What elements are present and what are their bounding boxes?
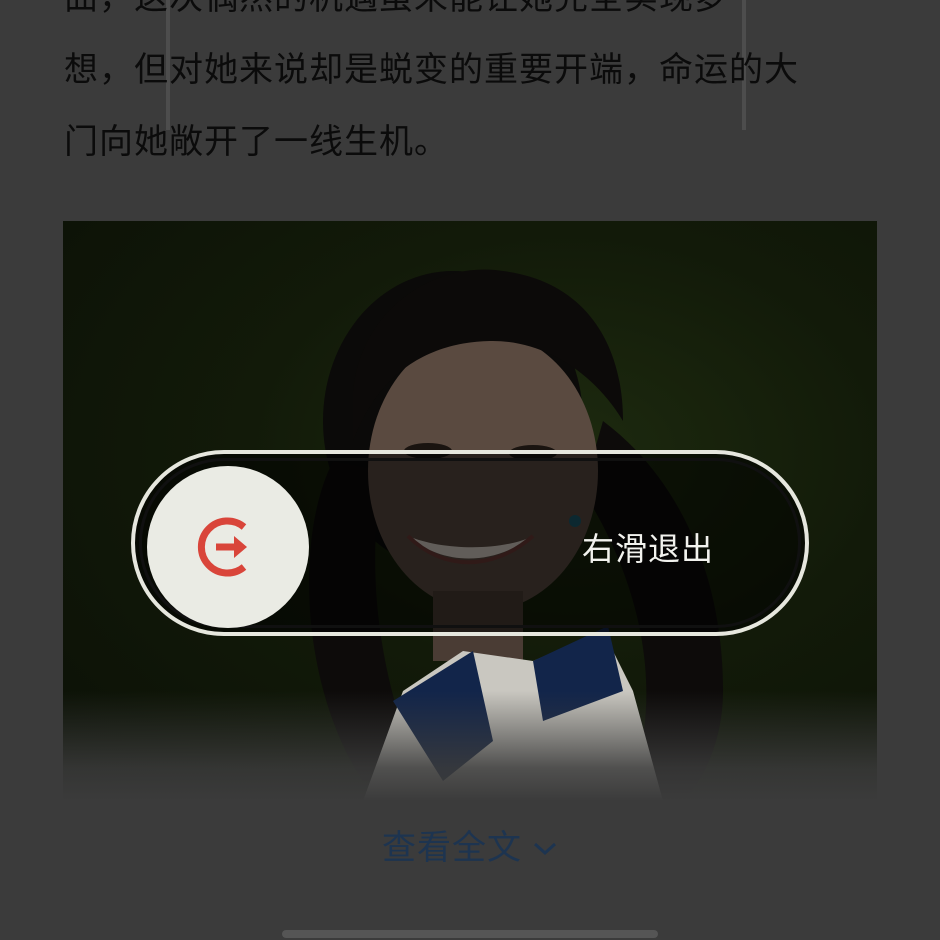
- home-indicator[interactable]: [282, 930, 658, 938]
- article-line: 门向她敞开了一线生机。: [64, 122, 449, 162]
- view-full-label: 查看全文: [382, 828, 522, 868]
- exit-arrow-icon: [197, 517, 247, 577]
- slide-to-exit-label: 右滑退出: [582, 530, 715, 568]
- article-line: 曲，这次偶然的机遇虽未能让她完全实现梦: [64, 0, 874, 34]
- chevron-down-icon: [532, 826, 558, 866]
- article-page: 曲，这次偶然的机遇虽未能让她完全实现梦 想，但对她来说却是蜕变的重要开端，命运的…: [0, 0, 940, 940]
- article-line: 想，但对她来说却是蜕变的重要开端，命运的大: [64, 50, 799, 90]
- article-body: 曲，这次偶然的机遇虽未能让她完全实现梦 想，但对她来说却是蜕变的重要开端，命运的…: [64, 0, 874, 178]
- slider-knob[interactable]: [147, 466, 309, 628]
- slide-to-exit-control[interactable]: 右滑退出: [131, 450, 809, 636]
- view-full-article-link[interactable]: 查看全文: [0, 820, 940, 870]
- photo-fade-overlay: [63, 691, 877, 801]
